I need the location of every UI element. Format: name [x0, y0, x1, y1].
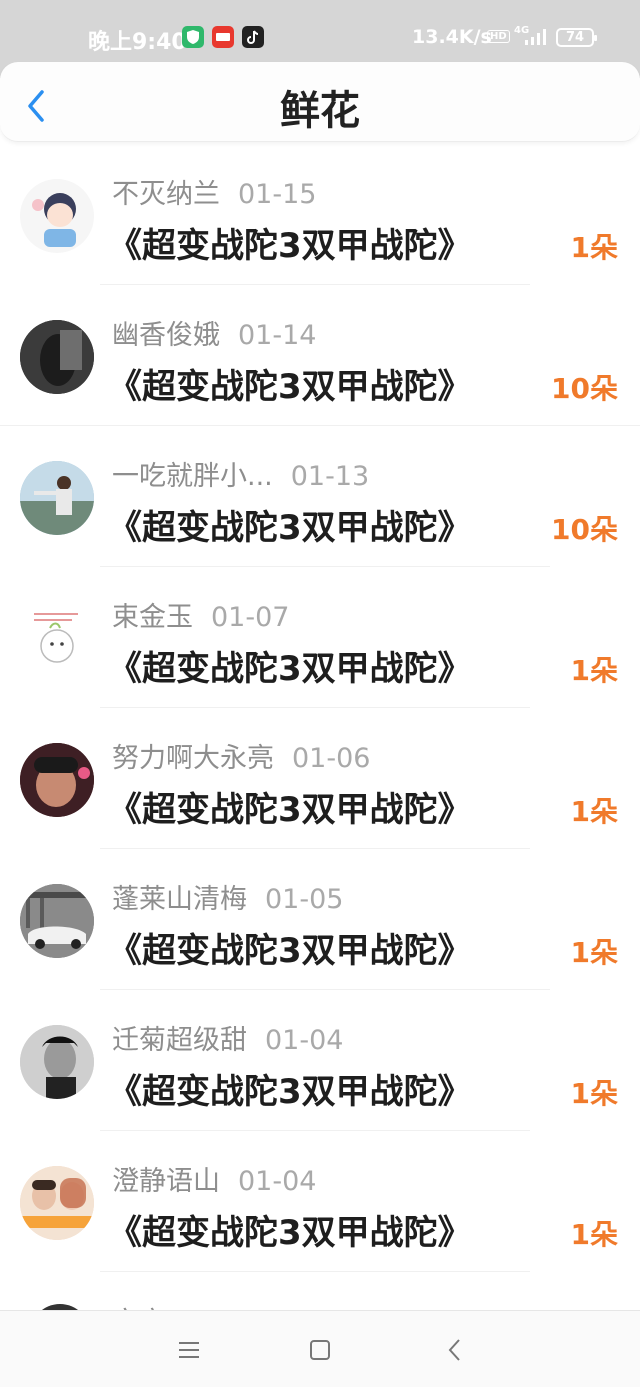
- sender-name: 努力啊大永亮: [112, 743, 274, 774]
- sender-row: 努力啊大永亮 01-06: [112, 736, 370, 775]
- send-date: 01-14: [238, 320, 317, 351]
- menu-button[interactable]: [174, 1335, 204, 1365]
- avatar[interactable]: [20, 461, 94, 535]
- send-date: 01-05: [265, 884, 344, 915]
- sender-row: 澄静语山 01-04: [112, 1159, 316, 1198]
- flower-list: 不灭纳兰 01-15 《超变战陀3双甲战陀》 1朵 幽香俊娥 01-14 《超变战陀…: [0, 144, 640, 1272]
- book-title: 《超变战陀3双甲战陀》: [108, 931, 472, 971]
- book-title: 《超变战陀3双甲战陀》: [108, 1213, 472, 1253]
- hd-icon: HD: [487, 30, 510, 43]
- list-item[interactable]: 一吃就胖小... 01-13 《超变战陀3双甲战陀》 10朵: [0, 426, 640, 567]
- sender-name: 蓬莱山清梅: [112, 884, 247, 915]
- avatar[interactable]: [20, 1166, 94, 1240]
- send-date: 01-06: [292, 743, 371, 774]
- sender-name: 不灭纳兰: [112, 179, 220, 210]
- flower-count: 1朵: [570, 231, 618, 264]
- sender-name: 澄静语山: [112, 1166, 220, 1197]
- send-date: 01-04: [265, 1025, 344, 1056]
- signal-icon: [525, 29, 546, 45]
- network-speed: 13.4K/s: [412, 26, 492, 48]
- back-nav-button[interactable]: [440, 1335, 470, 1365]
- sender-name: 幽香俊娥: [112, 320, 220, 351]
- book-title: 《超变战陀3双甲战陀》: [108, 649, 472, 689]
- book-title: 《超变战陀3双甲战陀》: [108, 367, 472, 407]
- avatar[interactable]: [20, 1025, 94, 1099]
- flower-count: 10朵: [551, 372, 618, 405]
- send-date: 01-13: [290, 461, 370, 492]
- list-item[interactable]: 幽香俊娥 01-14 《超变战陀3双甲战陀》 10朵: [0, 285, 640, 426]
- sender-row: 束金玉 01-07: [112, 595, 289, 634]
- list-item[interactable]: 不灭纳兰 01-15 《超变战陀3双甲战陀》 1朵: [0, 144, 640, 285]
- flower-count: 1朵: [570, 654, 618, 687]
- tiktok-app-icon: [242, 26, 264, 48]
- flower-count: 1朵: [570, 936, 618, 969]
- list-item[interactable]: 迁菊超级甜 01-04 《超变战陀3双甲战陀》 1朵: [0, 990, 640, 1131]
- sender-row: 一吃就胖小... 01-13: [112, 454, 369, 493]
- avatar[interactable]: [20, 743, 94, 817]
- list-item[interactable]: 努力啊大永亮 01-06 《超变战陀3双甲战陀》 1朵: [0, 708, 640, 849]
- sender-row: 迁菊超级甜 01-04: [112, 1018, 343, 1057]
- menu-icon: [179, 1342, 199, 1358]
- flower-count: 1朵: [570, 795, 618, 828]
- chevron-left-icon: [448, 1339, 460, 1361]
- square-icon: [310, 1340, 330, 1360]
- avatar[interactable]: [20, 602, 94, 676]
- battery-icon: 74: [556, 28, 597, 47]
- book-title: 《超变战陀3双甲战陀》: [108, 1072, 472, 1112]
- page-title: 鲜花: [280, 88, 360, 134]
- avatar[interactable]: [20, 179, 94, 253]
- sender-row: 蓬莱山清梅 01-05: [112, 877, 343, 916]
- news-app-icon: [212, 26, 234, 48]
- sender-name: 迁菊超级甜: [112, 1025, 247, 1056]
- avatar[interactable]: [20, 884, 94, 958]
- header-bar: 鲜花: [0, 62, 640, 142]
- sender-row: 不灭纳兰 01-15: [112, 172, 316, 211]
- flower-count: 10朵: [551, 513, 618, 546]
- sender-row: 幽香俊娥 01-14: [112, 313, 316, 352]
- status-time: 晚上9:40: [88, 30, 187, 55]
- list-item[interactable]: 澄静语山 01-04 《超变战陀3双甲战陀》 1朵: [0, 1131, 640, 1272]
- sender-name: 束金玉: [112, 602, 193, 633]
- flower-count: 1朵: [570, 1218, 618, 1251]
- book-title: 《超变战陀3双甲战陀》: [108, 226, 472, 266]
- list-item[interactable]: 蓬莱山清梅 01-05 《超变战陀3双甲战陀》 1朵: [0, 849, 640, 990]
- system-nav-bar: [0, 1310, 640, 1387]
- avatar[interactable]: [20, 320, 94, 394]
- list-item-partial[interactable]: 空音01-03: [0, 1272, 640, 1312]
- list-item[interactable]: 束金玉 01-07 《超变战陀3双甲战陀》 1朵: [0, 567, 640, 708]
- flower-count: 1朵: [570, 1077, 618, 1110]
- home-button[interactable]: [305, 1335, 335, 1365]
- send-date: 01-07: [211, 602, 290, 633]
- book-title: 《超变战陀3双甲战陀》: [108, 508, 472, 548]
- sender-name: 一吃就胖小...: [112, 461, 273, 492]
- send-date: 01-15: [238, 179, 317, 210]
- shield-app-icon: [182, 26, 204, 48]
- book-title: 《超变战陀3双甲战陀》: [108, 790, 472, 830]
- send-date: 01-04: [238, 1166, 317, 1197]
